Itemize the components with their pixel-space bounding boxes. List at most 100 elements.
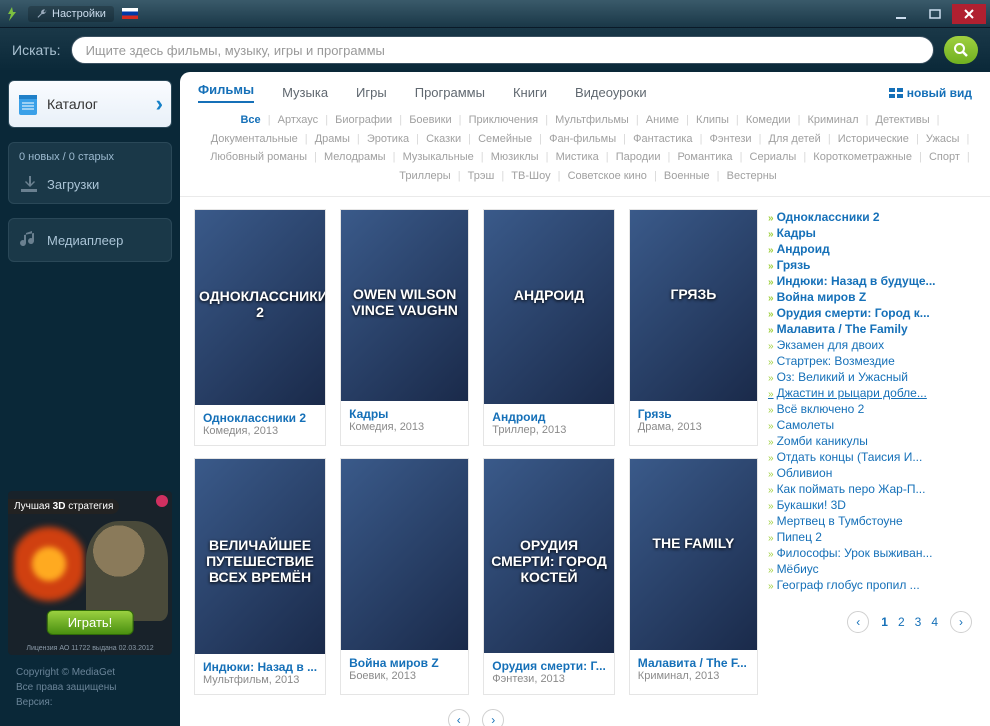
genre-семейные[interactable]: Семейные: [474, 130, 536, 149]
search-input[interactable]: [71, 36, 934, 64]
sidelist-item[interactable]: »Малавита / The Family: [768, 321, 976, 337]
genre-сериалы[interactable]: Сериалы: [746, 148, 801, 167]
sidelist-item[interactable]: »Обливион: [768, 465, 976, 481]
sidebar-item-downloads[interactable]: 0 новых / 0 старых Загрузки: [8, 142, 172, 204]
sidelist-item[interactable]: »Орудия смерти: Город к...: [768, 305, 976, 321]
genre-драмы[interactable]: Драмы: [311, 130, 354, 149]
grid-next-button[interactable]: ›: [482, 709, 504, 726]
genre-документальные[interactable]: Документальные: [207, 130, 302, 149]
genre-приключения[interactable]: Приключения: [465, 111, 543, 130]
page-2[interactable]: 2: [896, 615, 907, 629]
sidelist-item[interactable]: »Андроид: [768, 241, 976, 257]
nav-films[interactable]: Фильмы: [198, 82, 254, 103]
grid-prev-button[interactable]: ‹: [448, 709, 470, 726]
genre-сказки[interactable]: Сказки: [422, 130, 465, 149]
genre-военные[interactable]: Военные: [660, 167, 714, 186]
sidelist-item[interactable]: »Одноклассники 2: [768, 209, 976, 225]
genre-любовный романы[interactable]: Любовный романы: [206, 148, 311, 167]
genre-мистика[interactable]: Мистика: [552, 148, 603, 167]
minimize-button[interactable]: [884, 4, 918, 24]
sidelist-item[interactable]: »Географ глобус пропил ...: [768, 577, 976, 593]
genre-трэш[interactable]: Трэш: [464, 167, 499, 186]
genre-все[interactable]: Все: [236, 111, 264, 130]
sidelist-item[interactable]: »Самолеты: [768, 417, 976, 433]
sidelist-item[interactable]: »Индюки: Назад в будуще...: [768, 273, 976, 289]
movie-card[interactable]: THE FAMILYМалавита / The F...Криминал, 2…: [629, 458, 758, 695]
genre-спорт[interactable]: Спорт: [925, 148, 964, 167]
close-button[interactable]: [952, 4, 986, 24]
bullet-icon: »: [768, 405, 774, 416]
genre-музыкальные[interactable]: Музыкальные: [399, 148, 478, 167]
genre-триллеры[interactable]: Триллеры: [395, 167, 454, 186]
sidelist-item[interactable]: »Война миров Z: [768, 289, 976, 305]
bullet-icon: »: [768, 261, 774, 272]
movie-card[interactable]: ОРУДИЯ СМЕРТИ: ГОРОД КОСТЕЙОрудия смерти…: [483, 458, 615, 695]
genre-короткометражные[interactable]: Короткометражные: [809, 148, 916, 167]
movie-card[interactable]: OWEN WILSON VINCE VAUGHNКадрыКомедия, 20…: [340, 209, 469, 446]
page-4[interactable]: 4: [929, 615, 940, 629]
page-1[interactable]: 1: [879, 615, 890, 629]
sidebar-item-catalog[interactable]: Каталог ›: [8, 80, 172, 128]
new-view-toggle[interactable]: новый вид: [889, 86, 972, 100]
genre-мюзиклы[interactable]: Мюзиклы: [487, 148, 543, 167]
sidebar-item-mediaplayer[interactable]: Медиаплеер: [8, 218, 172, 262]
nav-books[interactable]: Книги: [513, 85, 547, 100]
sidelist-item[interactable]: »Мёбиус: [768, 561, 976, 577]
bullet-icon: »: [768, 517, 774, 528]
movie-card[interactable]: Война миров ZБоевик, 2013: [340, 458, 469, 695]
sidelist-next-button[interactable]: ›: [950, 611, 972, 633]
genre-клипы[interactable]: Клипы: [692, 111, 733, 130]
sidelist-item[interactable]: »Всё включено 2: [768, 401, 976, 417]
nav-videolessons[interactable]: Видеоуроки: [575, 85, 647, 100]
sidelist-item[interactable]: »Букашки! 3D: [768, 497, 976, 513]
sidelist-item[interactable]: »Как поймать перо Жар-П...: [768, 481, 976, 497]
sidelist-item[interactable]: »Отдать концы (Таисия И...: [768, 449, 976, 465]
sidelist-item[interactable]: »Философы: Урок выживан...: [768, 545, 976, 561]
nav-games[interactable]: Игры: [356, 85, 387, 100]
sidelist-item[interactable]: »Стартрек: Возмездие: [768, 353, 976, 369]
genre-артхаус[interactable]: Артхаус: [274, 111, 323, 130]
maximize-button[interactable]: [918, 4, 952, 24]
genre-фан-фильмы[interactable]: Фан-фильмы: [545, 130, 620, 149]
sidelist-item[interactable]: »Zомби каникулы: [768, 433, 976, 449]
genre-для детей[interactable]: Для детей: [765, 130, 825, 149]
sidebar-ad[interactable]: Лучшая 3D стратегия Играть! Лицензия АО …: [8, 491, 172, 655]
genre-криминал[interactable]: Криминал: [804, 111, 863, 130]
genre-пародии[interactable]: Пародии: [612, 148, 665, 167]
genre-биографии[interactable]: Биографии: [331, 111, 396, 130]
genre-мультфильмы[interactable]: Мультфильмы: [551, 111, 633, 130]
genre-фантастика[interactable]: Фантастика: [629, 130, 696, 149]
settings-button[interactable]: Настройки: [28, 6, 114, 22]
sidelist-item[interactable]: »Джастин и рыцари добле...: [768, 385, 976, 401]
genre-аниме[interactable]: Аниме: [642, 111, 683, 130]
genre-исторические[interactable]: Исторические: [834, 130, 913, 149]
movie-card[interactable]: ОДНОКЛАССНИКИ 2Одноклассники 2Комедия, 2…: [194, 209, 326, 446]
page-3[interactable]: 3: [913, 615, 924, 629]
genre-эротика[interactable]: Эротика: [363, 130, 413, 149]
movie-card[interactable]: ВЕЛИЧАЙШЕЕ ПУТЕШЕСТВИЕ ВСЕХ ВРЕМЁНИндюки…: [194, 458, 326, 695]
movie-card[interactable]: ГРЯЗЬГрязьДрама, 2013: [629, 209, 758, 446]
search-button[interactable]: [944, 36, 978, 64]
genre-вестерны[interactable]: Вестерны: [723, 167, 781, 186]
sidelist-prev-button[interactable]: ‹: [847, 611, 869, 633]
sidelist-item[interactable]: »Кадры: [768, 225, 976, 241]
ad-play-button[interactable]: Играть!: [47, 610, 134, 635]
nav-programs[interactable]: Программы: [415, 85, 485, 100]
genre-романтика[interactable]: Романтика: [673, 148, 736, 167]
genre-боевики[interactable]: Боевики: [405, 111, 455, 130]
genre-фэнтези[interactable]: Фэнтези: [706, 130, 756, 149]
flag-ru-icon[interactable]: [122, 8, 138, 19]
genre-тв-шоу[interactable]: ТВ-Шоу: [507, 167, 554, 186]
sidelist-item[interactable]: »Экзамен для двоих: [768, 337, 976, 353]
nav-music[interactable]: Музыка: [282, 85, 328, 100]
sidelist-item[interactable]: »Грязь: [768, 257, 976, 273]
genre-ужасы[interactable]: Ужасы: [922, 130, 964, 149]
sidelist-item[interactable]: »Мертвец в Тумбстоуне: [768, 513, 976, 529]
genre-детективы[interactable]: Детективы: [872, 111, 934, 130]
sidelist-item[interactable]: »Оз: Великий и Ужасный: [768, 369, 976, 385]
genre-мелодрамы[interactable]: Мелодрамы: [320, 148, 390, 167]
movie-card[interactable]: АНДРОИДАндроидТриллер, 2013: [483, 209, 615, 446]
genre-советское кино[interactable]: Советское кино: [564, 167, 651, 186]
sidelist-item[interactable]: »Пипец 2: [768, 529, 976, 545]
genre-комедии[interactable]: Комедии: [742, 111, 795, 130]
